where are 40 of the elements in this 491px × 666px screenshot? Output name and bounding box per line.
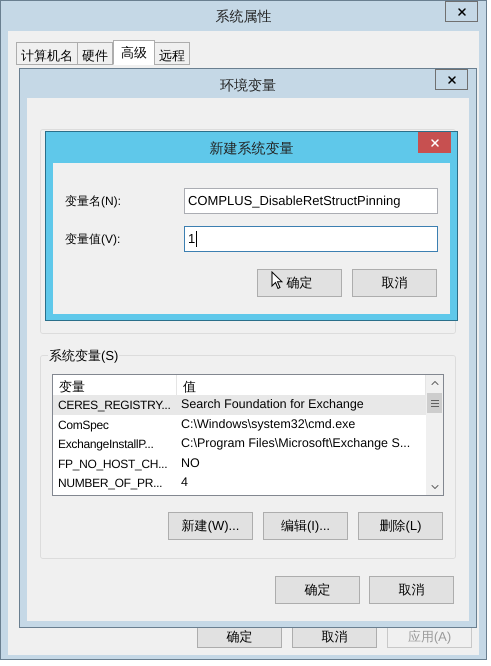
table-cell-text: 4 bbox=[180, 474, 188, 492]
dialog-button[interactable]: 确定 bbox=[275, 576, 360, 604]
field-label: 变量值(V): bbox=[65, 231, 122, 248]
mouse-pointer-icon bbox=[271, 271, 283, 290]
dialog-button[interactable]: 取消 bbox=[369, 576, 454, 604]
table-cell: NUMBER_OF_PR... bbox=[58, 476, 162, 490]
dialog-title: 新建系统变量 bbox=[210, 139, 294, 158]
tab[interactable]: 计算机名 bbox=[16, 42, 78, 65]
close-button[interactable] bbox=[435, 69, 468, 90]
dialog-button[interactable]: 确定 bbox=[257, 269, 342, 297]
table-cell-text: C:\Windows\system32\cmd.exe bbox=[180, 416, 356, 433]
table-cell: ExchangeInstallP... bbox=[58, 437, 154, 451]
table-cell: CERES_REGISTRY... bbox=[58, 398, 170, 412]
list-row[interactable]: ComSpec C:\Windows\system32\cmd.exe bbox=[53, 414, 426, 434]
field-label: 变量名(N): bbox=[65, 193, 122, 210]
tab[interactable]: 硬件 bbox=[77, 42, 113, 65]
close-icon bbox=[428, 136, 440, 148]
dialog-button[interactable]: 取消 bbox=[352, 269, 437, 297]
table-cell-text: NO bbox=[180, 454, 200, 472]
window-title: 系统属性 bbox=[216, 7, 272, 26]
input-field[interactable]: COMPLUS_DisableRetStructPinning bbox=[184, 188, 438, 214]
window-title: 环境变量 bbox=[220, 76, 276, 95]
dialog-button[interactable]: 删除(L) bbox=[358, 512, 443, 540]
close-icon bbox=[456, 6, 468, 18]
tab[interactable]: 远程 bbox=[154, 42, 190, 65]
table-cell: FP_NO_HOST_CH... bbox=[58, 456, 168, 470]
group-label: 系统变量(S) bbox=[48, 346, 120, 366]
table-cell-text: C:\Program Files\Microsoft\Exchange S... bbox=[180, 435, 410, 452]
tab[interactable]: 高级 bbox=[113, 40, 155, 65]
close-icon bbox=[446, 74, 458, 86]
scroll-thumb[interactable] bbox=[427, 393, 442, 413]
input-field[interactable]: 1 bbox=[184, 226, 438, 252]
table-cell-text: Search Foundation for Exchange bbox=[180, 396, 364, 414]
dialog-button[interactable]: 新建(W)... bbox=[168, 512, 253, 540]
close-button[interactable] bbox=[445, 1, 478, 22]
dialog-button[interactable]: 编辑(I)... bbox=[263, 512, 348, 540]
list-row[interactable]: CERES_REGISTRY... Search Foundation for Exchange bbox=[53, 395, 426, 414]
table-cell: ComSpec bbox=[58, 418, 109, 432]
scrollbar[interactable] bbox=[426, 375, 443, 495]
text-cursor bbox=[196, 231, 198, 247]
